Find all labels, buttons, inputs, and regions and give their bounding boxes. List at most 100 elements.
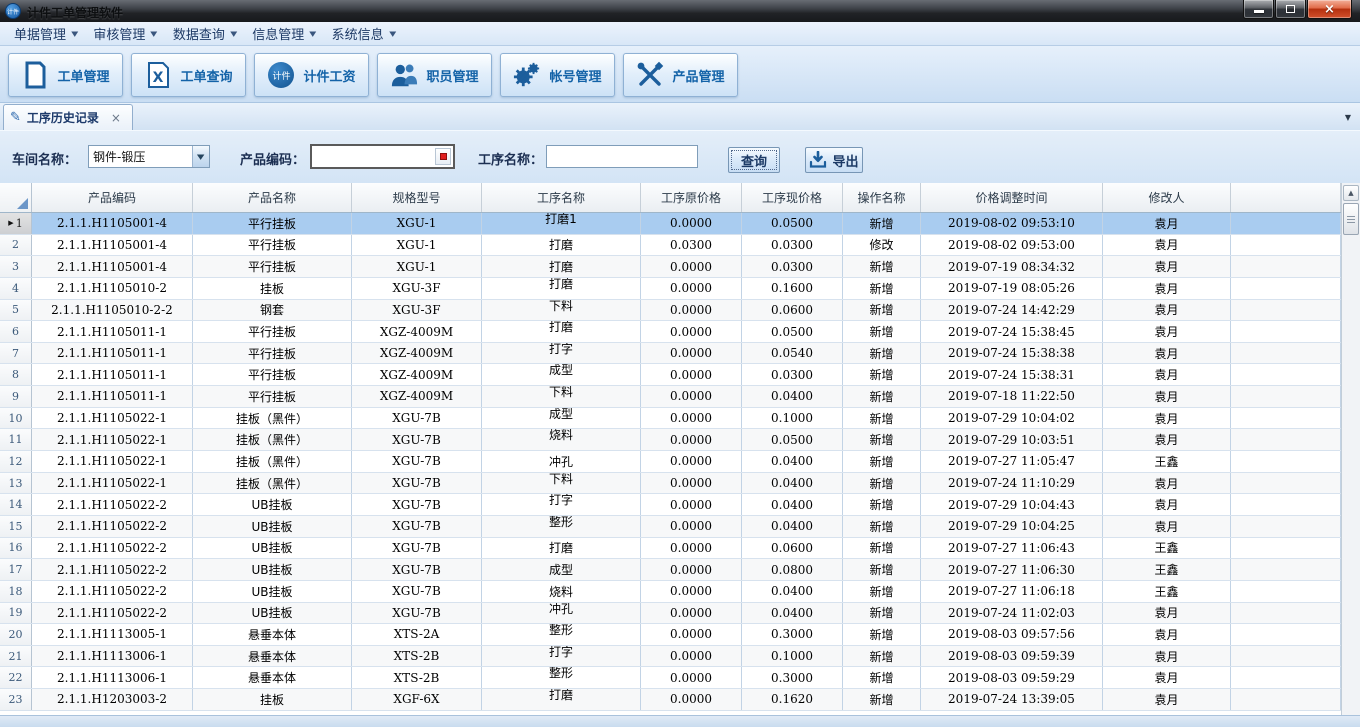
combo-dropdown-button[interactable]: ▼ <box>192 146 209 167</box>
table-row[interactable]: 42.1.1.H1105010-2挂板XGU-3F打磨0.00000.1600新… <box>0 278 1360 300</box>
query-button[interactable]: 查询 <box>728 147 780 173</box>
cell-old_price: 0.0000 <box>641 213 742 234</box>
close-button[interactable]: × <box>1307 0 1352 19</box>
restore-button[interactable] <box>1275 0 1306 19</box>
product-code-input[interactable] <box>312 146 435 167</box>
table-row[interactable]: 212.1.1.H1113006-1悬垂本体XTS-2B打字0.00000.10… <box>0 646 1360 668</box>
table-row[interactable]: 22.1.1.H1105001-4平行挂板XGU-1打磨0.03000.0300… <box>0 235 1360 257</box>
row-number-cell[interactable]: 3 <box>0 256 32 277</box>
table-row[interactable]: 192.1.1.H1105022-2UB挂板XGU-7B冲孔0.00000.04… <box>0 603 1360 625</box>
row-number-cell[interactable]: 22 <box>0 667 32 688</box>
minimize-button[interactable] <box>1243 0 1274 19</box>
menu-item-3[interactable]: 信息管理▼ <box>244 24 323 44</box>
toolbar-button-1[interactable]: X工单查询 <box>131 53 246 97</box>
cell-modifier: 袁月 <box>1103 343 1231 364</box>
row-number-cell[interactable]: 6 <box>0 321 32 342</box>
column-header-2[interactable]: 规格型号 <box>352 183 482 212</box>
row-number-cell[interactable]: 15 <box>0 516 32 537</box>
toolbar-button-5[interactable]: 产品管理 <box>623 53 738 97</box>
scroll-up-button[interactable]: ▲ <box>1343 185 1359 201</box>
column-header-6[interactable]: 操作名称 <box>843 183 921 212</box>
row-number-cell[interactable]: 2 <box>0 235 32 256</box>
workshop-combobox[interactable]: 钢件-锻压 ▼ <box>88 145 210 168</box>
cell-process: 成型 <box>482 559 641 580</box>
red-square-icon <box>440 153 447 160</box>
menu-item-1[interactable]: 审核管理▼ <box>85 24 164 44</box>
row-number-cell[interactable]: 12 <box>0 451 32 472</box>
product-code-browse-button[interactable] <box>435 148 451 165</box>
table-row[interactable]: 152.1.1.H1105022-2UB挂板XGU-7B整形0.00000.04… <box>0 516 1360 538</box>
toolbar-button-2[interactable]: 计件计件工资 <box>254 53 369 97</box>
column-header-0[interactable]: 产品编码 <box>32 183 193 212</box>
column-header-8[interactable]: 修改人 <box>1103 183 1231 212</box>
row-number-cell[interactable]: 13 <box>0 473 32 494</box>
table-row[interactable]: 162.1.1.H1105022-2UB挂板XGU-7B打磨0.00000.06… <box>0 538 1360 560</box>
table-row[interactable]: 82.1.1.H1105011-1平行挂板XGZ-4009M成型0.00000.… <box>0 364 1360 386</box>
tablist-dropdown-icon[interactable]: ▼ <box>1345 113 1351 122</box>
cell-op: 新增 <box>843 300 921 321</box>
row-number-cell[interactable]: 23 <box>0 689 32 710</box>
table-row[interactable]: 132.1.1.H1105022-1挂板（黑件）XGU-7B下料0.00000.… <box>0 473 1360 495</box>
cell-name: 挂板 <box>193 689 352 710</box>
row-number-cell[interactable]: 10 <box>0 408 32 429</box>
table-row[interactable]: 102.1.1.H1105022-1挂板（黑件）XGU-7B成型0.00000.… <box>0 408 1360 430</box>
table-row[interactable]: 202.1.1.H1113005-1悬垂本体XTS-2A整形0.00000.30… <box>0 624 1360 646</box>
table-row[interactable]: 122.1.1.H1105022-1挂板（黑件）XGU-7B冲孔0.00000.… <box>0 451 1360 473</box>
menu-item-4[interactable]: 系统信息▼ <box>324 24 403 44</box>
row-number-cell[interactable]: 19 <box>0 603 32 624</box>
row-number-cell[interactable]: 14 <box>0 494 32 515</box>
table-row[interactable]: 62.1.1.H1105011-1平行挂板XGZ-4009M打磨0.00000.… <box>0 321 1360 343</box>
export-button[interactable]: 导出 <box>805 147 863 173</box>
table-row[interactable]: 222.1.1.H1113006-1悬垂本体XTS-2B整形0.00000.30… <box>0 667 1360 689</box>
column-header-1[interactable]: 产品名称 <box>193 183 352 212</box>
row-number-cell[interactable]: 17 <box>0 559 32 580</box>
toolbar-button-3[interactable]: 职员管理 <box>377 53 492 97</box>
toolbar-button-4[interactable]: 帐号管理 <box>500 53 615 97</box>
column-header-4[interactable]: 工序原价格 <box>641 183 742 212</box>
row-number-cell[interactable]: 5 <box>0 300 32 321</box>
cell-extra <box>1231 235 1341 256</box>
column-header-3[interactable]: 工序名称 <box>482 183 641 212</box>
process-name-input[interactable] <box>546 145 698 168</box>
vertical-scrollbar[interactable]: ▲ <box>1341 183 1360 715</box>
select-all-cell[interactable] <box>0 183 32 212</box>
table-row[interactable]: 92.1.1.H1105011-1平行挂板XGZ-4009M下料0.00000.… <box>0 386 1360 408</box>
app-icon: 计件 <box>5 3 21 19</box>
table-row[interactable]: 172.1.1.H1105022-2UB挂板XGU-7B成型0.00000.08… <box>0 559 1360 581</box>
cell-code: 2.1.1.H1105011-1 <box>32 321 193 342</box>
cell-spec: XGZ-4009M <box>352 321 482 342</box>
process-name-label: 工序名称： <box>478 149 543 168</box>
menu-item-0[interactable]: 单据管理▼ <box>6 24 85 44</box>
row-number-cell[interactable]: 20 <box>0 624 32 645</box>
row-number-cell[interactable]: 4 <box>0 278 32 299</box>
row-number-cell[interactable]: 11 <box>0 429 32 450</box>
row-number-cell[interactable]: ▶1 <box>0 213 32 234</box>
menu-item-2[interactable]: 数据查询▼ <box>165 24 244 44</box>
table-row[interactable]: ▶12.1.1.H1105001-4平行挂板XGU-1打磨10.00000.05… <box>0 213 1360 235</box>
row-number-cell[interactable]: 21 <box>0 646 32 667</box>
column-header-7[interactable]: 价格调整时间 <box>921 183 1103 212</box>
table-row[interactable]: 112.1.1.H1105022-1挂板（黑件）XGU-7B烧料0.00000.… <box>0 429 1360 451</box>
table-row[interactable]: 182.1.1.H1105022-2UB挂板XGU-7B烧料0.00000.04… <box>0 581 1360 603</box>
scroll-thumb[interactable] <box>1343 203 1359 235</box>
table-row[interactable]: 232.1.1.H1203003-2挂板XGF-6X打磨0.00000.1620… <box>0 689 1360 711</box>
row-number-cell[interactable]: 7 <box>0 343 32 364</box>
toolbar-button-0[interactable]: 工单管理 <box>8 53 123 97</box>
row-number-cell[interactable]: 8 <box>0 364 32 385</box>
cell-process: 打磨 <box>482 235 641 256</box>
column-header-5[interactable]: 工序现价格 <box>742 183 843 212</box>
horizontal-scroll-area[interactable] <box>0 715 1360 727</box>
cell-time: 2019-07-27 11:05:47 <box>921 451 1103 472</box>
row-number-cell[interactable]: 9 <box>0 386 32 407</box>
tab-close-icon[interactable]: × <box>111 111 121 125</box>
cell-process: 打磨1 <box>482 213 641 234</box>
row-number-cell[interactable]: 16 <box>0 538 32 559</box>
column-header-9[interactable] <box>1231 183 1341 212</box>
cell-extra <box>1231 256 1341 277</box>
tab-process-history[interactable]: ✎ 工序历史记录 × <box>3 104 133 130</box>
table-row[interactable]: 52.1.1.H1105010-2-2钢套XGU-3F下料0.00000.060… <box>0 300 1360 322</box>
row-number-cell[interactable]: 18 <box>0 581 32 602</box>
table-row[interactable]: 72.1.1.H1105011-1平行挂板XGZ-4009M打字0.00000.… <box>0 343 1360 365</box>
table-row[interactable]: 142.1.1.H1105022-2UB挂板XGU-7B打字0.00000.04… <box>0 494 1360 516</box>
table-row[interactable]: 32.1.1.H1105001-4平行挂板XGU-1打磨0.00000.0300… <box>0 256 1360 278</box>
